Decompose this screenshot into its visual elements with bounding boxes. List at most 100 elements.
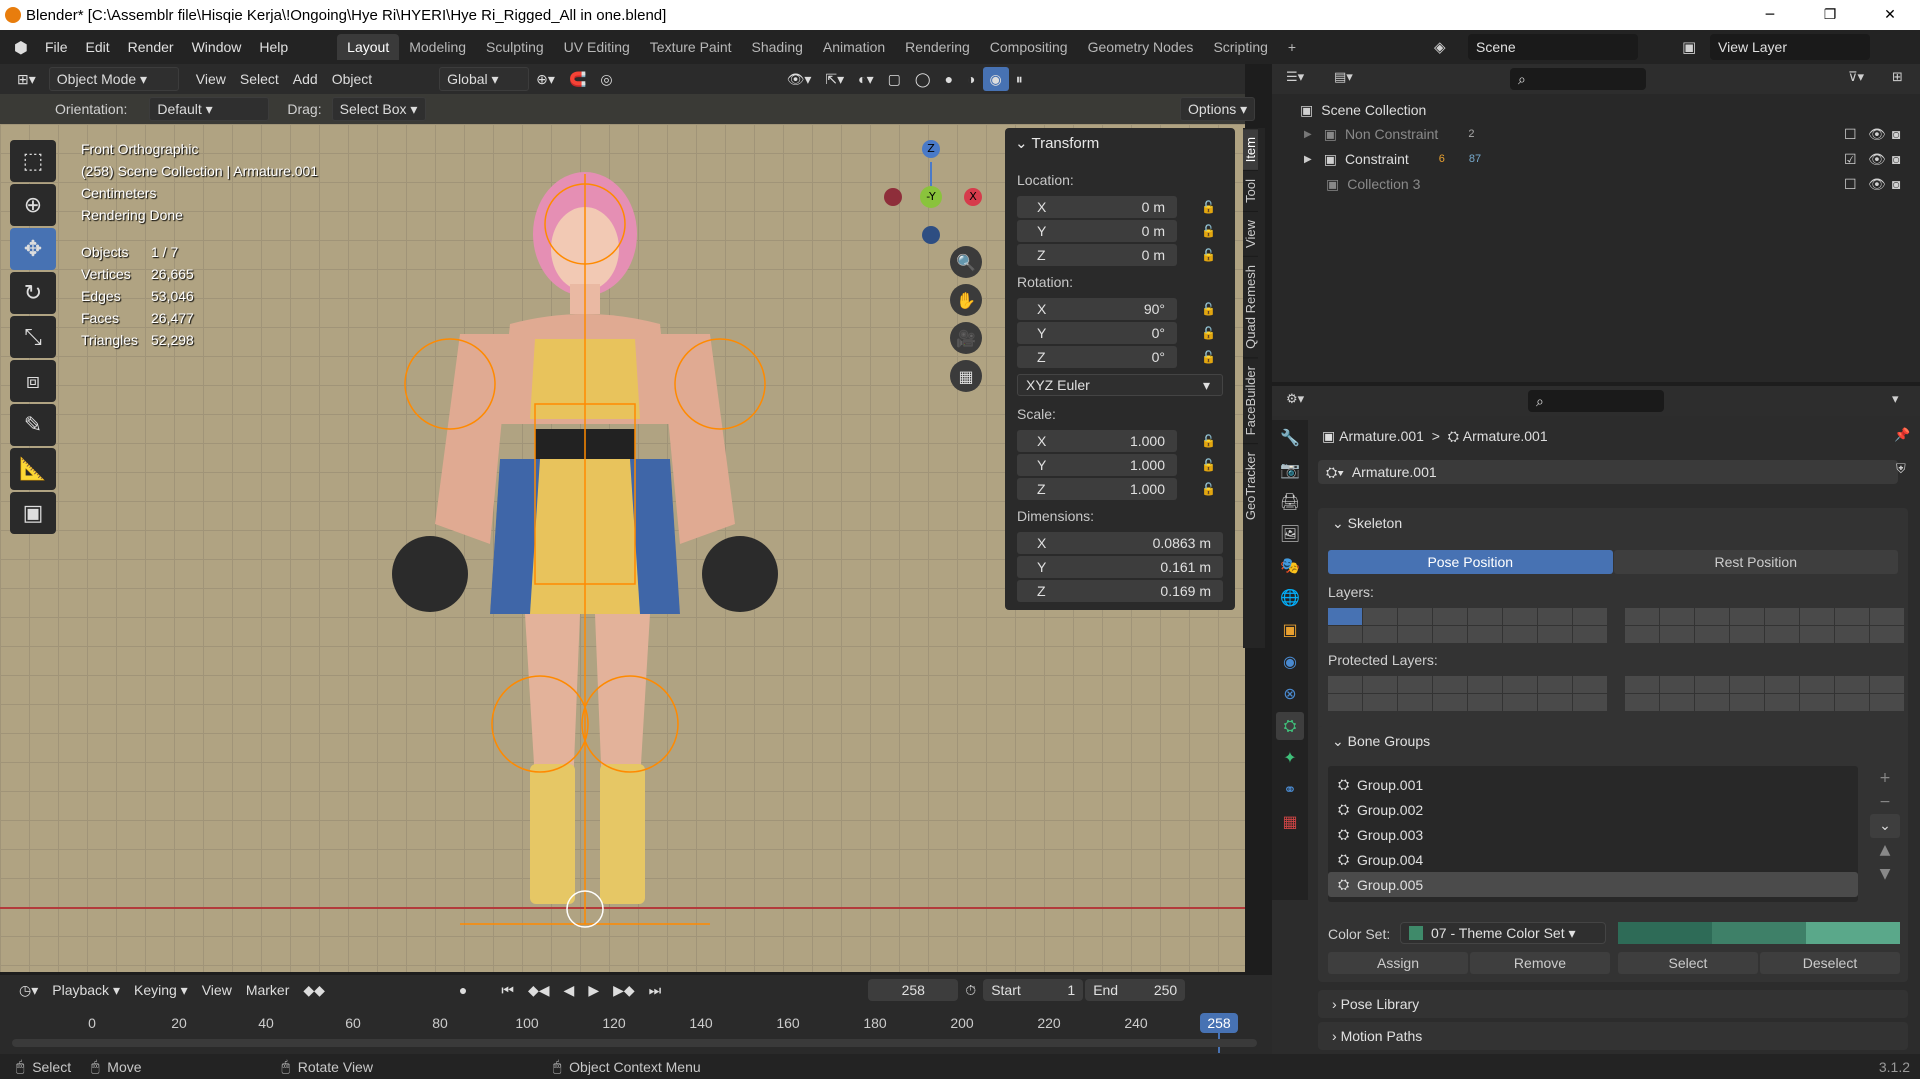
scale-tool-icon[interactable]: ⤡ <box>10 316 56 358</box>
character-model[interactable] <box>340 164 820 964</box>
measure-tool-icon[interactable]: 📐 <box>10 448 56 490</box>
dimensions-y-field[interactable]: Y 0.161 m <box>1017 556 1223 578</box>
skeleton-header[interactable]: ⌄ Skeleton <box>1318 508 1908 538</box>
fake-user-shield-icon[interactable]: ⛨ <box>1896 462 1906 477</box>
properties-search-input[interactable]: ⌕ <box>1528 390 1664 412</box>
visibility-icon[interactable]: 👁▾ <box>780 67 819 91</box>
jump-end-icon[interactable]: ⏭ <box>642 978 669 1002</box>
normal-color-swatch[interactable] <box>1618 922 1712 944</box>
move-down-icon[interactable]: ▼ <box>1870 862 1900 886</box>
checkbox-icon[interactable]: ☐ <box>1844 176 1857 193</box>
menu-help[interactable]: Help <box>250 39 297 55</box>
minimize-button[interactable]: ─ <box>1740 0 1800 30</box>
add-workspace-button[interactable]: + <box>1278 34 1306 60</box>
rotation-y-field[interactable]: Y 0° <box>1017 322 1177 344</box>
menu-render[interactable]: Render <box>119 39 183 55</box>
add-icon[interactable]: + <box>1870 766 1900 790</box>
move-tool-icon[interactable]: ✥ <box>10 228 56 270</box>
tab-rendering[interactable]: Rendering <box>895 34 980 60</box>
play-reverse-icon[interactable]: ◀ <box>557 978 582 1002</box>
render-props-icon[interactable]: 📷 <box>1276 456 1304 484</box>
list-item[interactable]: ⛭ Group.004 <box>1328 847 1858 872</box>
constraint-props-icon[interactable]: ⊗ <box>1276 680 1304 708</box>
outliner-item-non-constraint[interactable]: ▶ ▣ Non Constraint 2 ☐ 👁 ◙ <box>1272 122 1920 146</box>
ortho-grid-icon[interactable]: ▦ <box>950 360 982 392</box>
tab-layout[interactable]: Layout <box>337 34 400 60</box>
shading-rendered-icon[interactable]: ◉ <box>982 67 1009 91</box>
prev-keyframe-icon[interactable]: ◆◀ <box>521 978 557 1002</box>
eye-icon[interactable]: 👁 <box>1868 176 1886 193</box>
gizmo-x-axis[interactable]: X <box>964 188 982 206</box>
protected-layers-grid-a[interactable] <box>1328 676 1607 711</box>
current-frame-field[interactable]: 258 <box>868 979 959 1001</box>
scale-z-field[interactable]: Z 1.000 <box>1017 478 1177 500</box>
cursor-tool-icon[interactable]: ⊕ <box>10 184 56 226</box>
protected-layers-grid-b[interactable] <box>1625 676 1904 711</box>
maximize-button[interactable]: ❐ <box>1800 0 1860 30</box>
keyframe-icon[interactable]: ◆◆ <box>296 978 332 1002</box>
armature-data-props-icon[interactable]: ⛭ <box>1276 712 1304 740</box>
gizmo-y-axis[interactable]: -Y <box>920 186 942 208</box>
output-props-icon[interactable]: 🖨 <box>1276 488 1304 516</box>
specials-menu-icon[interactable]: ⌄ <box>1870 814 1900 838</box>
menu-file[interactable]: File <box>36 39 77 55</box>
world-props-icon[interactable]: 🌐 <box>1276 584 1304 612</box>
color-set-dropdown[interactable]: 07 - Theme Color Set ▾ <box>1400 922 1606 944</box>
properties-editor-icon[interactable]: ⚙▾ <box>1286 392 1304 407</box>
menu-edit[interactable]: Edit <box>77 39 119 55</box>
filter-icon[interactable]: ⊽▾ <box>1848 70 1864 85</box>
display-mode-icon[interactable]: ▤▾ <box>1334 70 1353 85</box>
scene-props-icon[interactable]: 🎭 <box>1276 552 1304 580</box>
orientation-dropdown[interactable]: Default ▾ <box>149 97 270 121</box>
jump-start-icon[interactable]: ⏮ <box>494 978 521 1002</box>
gizmo-neg-x[interactable] <box>884 188 902 206</box>
shading-solid-icon[interactable]: ● <box>938 67 960 91</box>
menu-add[interactable]: Add <box>286 67 325 91</box>
playback-menu[interactable]: Playback ▾ <box>45 978 127 1002</box>
pan-hand-icon[interactable]: ✋ <box>950 284 982 316</box>
add-cube-tool-icon[interactable]: ▣ <box>10 492 56 534</box>
scene-selector[interactable]: Scene <box>1468 34 1638 60</box>
transform-orientation-dropdown[interactable]: Global ▾ <box>439 67 530 91</box>
close-button[interactable]: ✕ <box>1860 0 1920 30</box>
gizmo-toggle-icon[interactable]: ⇱▾ <box>818 67 851 91</box>
next-keyframe-icon[interactable]: ▶◆ <box>606 978 642 1002</box>
tab-compositing[interactable]: Compositing <box>980 34 1078 60</box>
gizmo-neg-z[interactable] <box>922 226 940 244</box>
outliner-search-input[interactable]: ⌕ <box>1510 68 1646 90</box>
snap-icon[interactable]: 🧲 <box>562 67 593 91</box>
chevron-down-icon[interactable]: ▾ <box>1892 392 1899 407</box>
rotation-z-field[interactable]: Z 0° <box>1017 346 1177 368</box>
motion-paths-header[interactable]: › Motion Paths <box>1318 1022 1908 1050</box>
outliner-editor-icon[interactable]: ☰▾ <box>1286 70 1304 85</box>
editor-type-icon[interactable]: ⊞▾ <box>10 67 43 91</box>
tab-facebuilder[interactable]: FaceBuilder <box>1243 356 1258 444</box>
lock-icon[interactable]: 🔓 <box>1201 434 1217 448</box>
pose-library-panel[interactable]: › Pose Library <box>1318 990 1908 1018</box>
assign-button[interactable]: Assign <box>1328 952 1468 974</box>
preview-range-icon[interactable]: ⏱ <box>958 978 983 1002</box>
proportional-edit-icon[interactable]: ◎ <box>593 67 619 91</box>
camera-icon[interactable]: ◙ <box>1892 126 1900 142</box>
list-item[interactable]: ⛭ Group.001 <box>1328 772 1858 797</box>
bone-constraint-icon[interactable]: ⚭ <box>1276 776 1304 804</box>
tab-texture-paint[interactable]: Texture Paint <box>640 34 742 60</box>
shading-material-icon[interactable]: ◑ <box>960 67 982 91</box>
lock-icon[interactable]: 🔓 <box>1201 248 1217 262</box>
timeline-ruler[interactable]: 0 20 40 60 80 100 120 140 160 180 200 22… <box>0 1005 1260 1054</box>
camera-icon[interactable]: ◙ <box>1892 151 1900 167</box>
location-z-field[interactable]: Z 0 m <box>1017 244 1177 266</box>
playhead[interactable]: 258 <box>1200 1013 1238 1033</box>
rotation-x-field[interactable]: X 90° <box>1017 298 1177 320</box>
list-item[interactable]: ⛭ Group.002 <box>1328 797 1858 822</box>
dimensions-x-field[interactable]: X 0.0863 m <box>1017 532 1223 554</box>
timeline-scrollbar[interactable] <box>12 1039 1257 1047</box>
bone-layers-grid-a[interactable] <box>1328 608 1607 643</box>
annotate-tool-icon[interactable]: ✎ <box>10 404 56 446</box>
timeline-editor-icon[interactable]: ◷▾ <box>12 978 45 1002</box>
deselect-button[interactable]: Deselect <box>1760 952 1900 974</box>
play-icon[interactable]: ▶ <box>581 978 606 1002</box>
lock-icon[interactable]: 🔓 <box>1201 458 1217 472</box>
view-menu[interactable]: View <box>195 978 239 1002</box>
lock-icon[interactable]: 🔓 <box>1201 482 1217 496</box>
